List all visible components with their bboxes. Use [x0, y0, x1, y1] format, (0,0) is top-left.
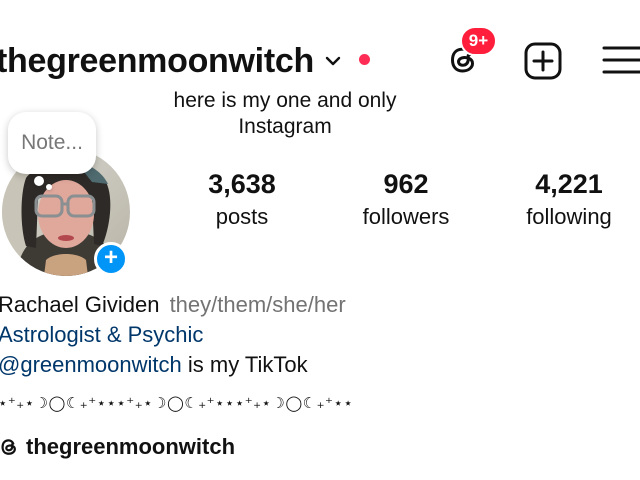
threads-profile-link[interactable]: thegreenmoonwitch: [0, 430, 235, 464]
tiktok-mention-suffix: is my TikTok: [181, 352, 308, 377]
followers-label: followers: [362, 204, 450, 229]
threads-small-icon: [1, 439, 16, 455]
headline-line-2: Instagram: [238, 115, 332, 138]
tiktok-mention-link[interactable]: @greenmoonwitch: [0, 352, 182, 377]
plus-icon: +: [103, 244, 118, 271]
posts-count: 3,638: [208, 169, 276, 199]
followers-stat[interactable]: 962 followers: [336, 166, 476, 232]
create-button[interactable]: [522, 40, 564, 82]
profile-username: thegreenmoonwitch: [0, 41, 314, 80]
following-label: following: [526, 204, 612, 229]
chevron-down-icon: [325, 56, 341, 66]
menu-icon: [602, 46, 640, 74]
headline-line-1: here is my one and only: [173, 89, 397, 112]
posts-label: posts: [215, 204, 269, 229]
menu-button[interactable]: [600, 40, 640, 80]
profile-headline: here is my one and only Instagram: [140, 88, 430, 140]
profile-category: Astrologist & Psychic: [0, 322, 204, 347]
threads-link-label: thegreenmoonwitch: [26, 434, 236, 459]
followers-count: 962: [383, 169, 429, 199]
following-stat[interactable]: 4,221 following: [499, 166, 639, 232]
posts-stat[interactable]: 3,638 posts: [172, 166, 312, 232]
bio-tiktok-line: @greenmoonwitch is my TikTok: [0, 350, 308, 380]
create-plus-icon: [524, 42, 562, 80]
username-switcher[interactable]: thegreenmoonwitch: [0, 38, 342, 84]
add-story-button[interactable]: +: [94, 242, 128, 276]
following-count: 4,221: [535, 169, 603, 199]
note-bubble-tail-small: [46, 184, 52, 190]
bio-moon-decoration: ⋆⁺₊⋆☽◯☾₊⁺⋆⋆⋆⁺₊⋆☽◯☾₊⁺⋆⋆⋆⁺₊⋆☽◯☾₊⁺⋆⋆: [0, 394, 354, 412]
profile-display-name: Rachael Gividen: [0, 292, 160, 317]
unread-dot: [359, 54, 370, 65]
notification-badge: 9+: [460, 26, 497, 56]
bio-name-row: Rachael Gividen they/them/she/her: [0, 290, 346, 320]
note-bubble[interactable]: Note...: [8, 112, 96, 174]
note-bubble-tail: [34, 176, 44, 186]
note-placeholder: Note...: [21, 131, 83, 154]
profile-pronouns: they/them/she/her: [169, 292, 346, 317]
